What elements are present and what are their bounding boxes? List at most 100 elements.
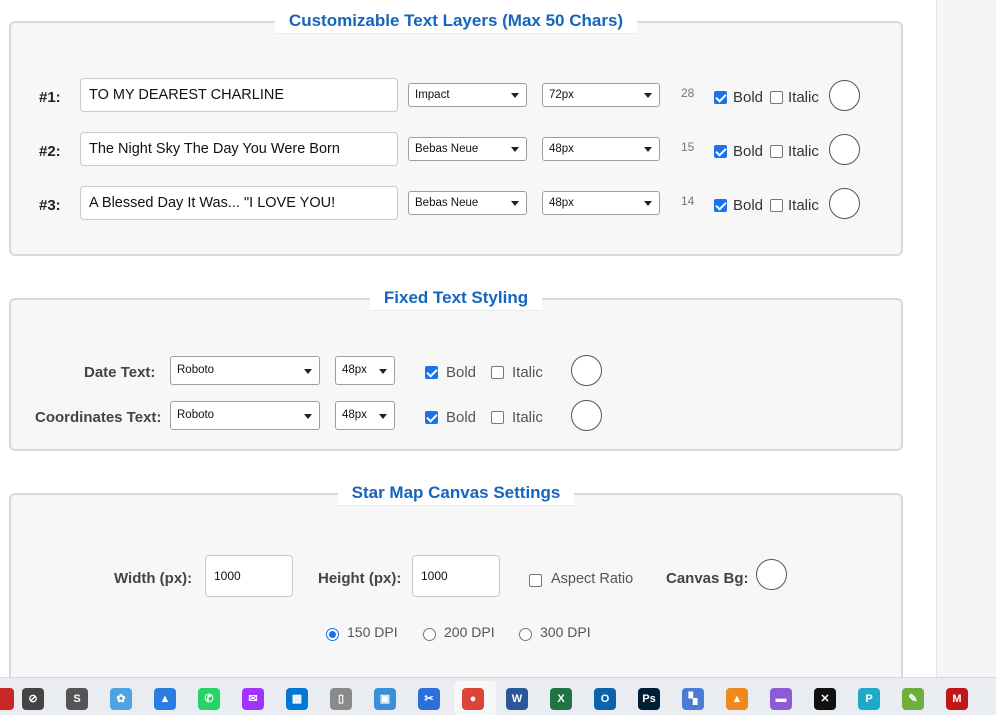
layer-2-italic-checkbox[interactable] bbox=[770, 145, 783, 158]
height-input[interactable] bbox=[412, 555, 500, 597]
layer-3-font-select[interactable]: Bebas Neue bbox=[408, 191, 527, 215]
chevron-down-icon bbox=[644, 147, 652, 152]
s-app-icon[interactable]: S bbox=[66, 688, 88, 710]
layer-1-bold-label: Bold bbox=[733, 89, 764, 106]
layer-3-bold-checkbox[interactable] bbox=[714, 199, 727, 212]
layer-3-char-count: 14 bbox=[681, 194, 695, 208]
date-bold-label: Bold bbox=[446, 364, 477, 381]
coordinates-bold-checkbox[interactable] bbox=[425, 411, 438, 424]
canvas-bg-label: Canvas Bg: bbox=[666, 570, 749, 587]
chevron-down-icon bbox=[379, 413, 387, 419]
layer-2-font-value: Bebas Neue bbox=[415, 143, 479, 155]
layer-1-bold-checkbox[interactable] bbox=[714, 91, 727, 104]
layer-1-font-value: Impact bbox=[415, 89, 450, 101]
capcut-icon[interactable]: ✕ bbox=[814, 688, 836, 710]
page-margin bbox=[936, 0, 996, 677]
dpi-300-radio[interactable] bbox=[519, 628, 532, 641]
coordinates-text-label: Coordinates Text: bbox=[35, 409, 162, 426]
width-input[interactable] bbox=[205, 555, 293, 597]
date-bold-checkbox[interactable] bbox=[425, 366, 438, 379]
chrome-icon[interactable]: ● bbox=[462, 688, 484, 710]
power-icon[interactable] bbox=[0, 688, 14, 710]
layer-3-size-value: 48px bbox=[549, 197, 574, 209]
layer-2-bold-checkbox[interactable] bbox=[714, 145, 727, 158]
messenger-icon[interactable]: ✉ bbox=[242, 688, 264, 710]
layer-1-font-select[interactable]: Impact bbox=[408, 83, 527, 107]
layer-1-italic-checkbox[interactable] bbox=[770, 91, 783, 104]
vlc-icon[interactable]: ▲ bbox=[726, 688, 748, 710]
layer-3-text-input[interactable] bbox=[80, 186, 398, 220]
book-icon[interactable]: ▯ bbox=[330, 688, 352, 710]
photoshop-icon[interactable]: Ps bbox=[638, 688, 660, 710]
layer-3-font-value: Bebas Neue bbox=[415, 197, 479, 209]
chevron-down-icon bbox=[511, 147, 519, 152]
layer-3-italic-label: Italic bbox=[788, 197, 819, 214]
layer-2-char-count: 15 bbox=[681, 140, 695, 154]
aspect-ratio-checkbox[interactable] bbox=[529, 574, 542, 587]
layer-3-color-picker[interactable] bbox=[829, 188, 860, 219]
coordinates-color-picker[interactable] bbox=[571, 400, 602, 431]
date-font-value: Roboto bbox=[177, 364, 215, 376]
layer-2-size-select[interactable]: 48px bbox=[542, 137, 660, 161]
coordinates-bold-label: Bold bbox=[446, 409, 477, 426]
canvas-bg-color-picker[interactable] bbox=[756, 559, 787, 590]
layer-1-size-value: 72px bbox=[549, 89, 574, 101]
text-layers-title: Customizable Text Layers (Max 50 Chars) bbox=[274, 9, 638, 34]
layer-1-italic-label: Italic bbox=[788, 89, 819, 106]
clapper-icon[interactable]: ▬ bbox=[770, 688, 792, 710]
date-color-picker[interactable] bbox=[571, 355, 602, 386]
outlook-icon[interactable]: O bbox=[594, 688, 616, 710]
layer-1-label: #1: bbox=[39, 89, 61, 106]
date-italic-checkbox[interactable] bbox=[491, 366, 504, 379]
width-label: Width (px): bbox=[114, 570, 193, 587]
dpi-300-label: 300 DPI bbox=[540, 624, 591, 640]
layer-2-font-select[interactable]: Bebas Neue bbox=[408, 137, 527, 161]
photos-icon[interactable]: ▲ bbox=[154, 688, 176, 710]
layer-1-text-input[interactable] bbox=[80, 78, 398, 112]
dpi-150-radio[interactable] bbox=[326, 628, 339, 641]
layer-2-color-picker[interactable] bbox=[829, 134, 860, 165]
page-content: Customizable Text Layers (Max 50 Chars) … bbox=[0, 0, 936, 677]
app-grid-icon[interactable]: ▚ bbox=[682, 688, 704, 710]
layer-3-label: #3: bbox=[39, 197, 61, 214]
blocked-icon[interactable]: ⊘ bbox=[22, 688, 44, 710]
date-font-select[interactable]: Roboto bbox=[170, 356, 320, 385]
p-cloud-icon[interactable]: P bbox=[858, 688, 880, 710]
aspect-ratio-label: Aspect Ratio bbox=[551, 571, 634, 587]
layer-2-italic-label: Italic bbox=[788, 143, 819, 160]
dpi-200-label: 200 DPI bbox=[444, 624, 495, 640]
palette-icon[interactable]: ✿ bbox=[110, 688, 132, 710]
notepad-icon[interactable]: ✎ bbox=[902, 688, 924, 710]
control-panel-icon[interactable]: ▣ bbox=[374, 688, 396, 710]
layer-1-char-count: 28 bbox=[681, 86, 695, 100]
coordinates-italic-checkbox[interactable] bbox=[491, 411, 504, 424]
date-italic-label: Italic bbox=[512, 364, 543, 381]
chevron-down-icon bbox=[644, 201, 652, 206]
dpi-150-label: 150 DPI bbox=[347, 624, 398, 640]
layer-3-italic-checkbox[interactable] bbox=[770, 199, 783, 212]
word-icon[interactable]: W bbox=[506, 688, 528, 710]
chevron-down-icon bbox=[379, 368, 387, 374]
store-icon[interactable]: ▦ bbox=[286, 688, 308, 710]
whatsapp-icon[interactable]: ✆ bbox=[198, 688, 220, 710]
layer-3-size-select[interactable]: 48px bbox=[542, 191, 660, 215]
mcafee-icon[interactable]: M bbox=[946, 688, 968, 710]
height-label: Height (px): bbox=[318, 570, 402, 587]
layer-1-color-picker[interactable] bbox=[829, 80, 860, 111]
canvas-settings-title: Star Map Canvas Settings bbox=[337, 481, 575, 506]
layer-1-size-select[interactable]: 72px bbox=[542, 83, 660, 107]
layer-2-size-value: 48px bbox=[549, 143, 574, 155]
coordinates-size-select[interactable]: 48px bbox=[335, 401, 395, 430]
excel-icon[interactable]: X bbox=[550, 688, 572, 710]
snipping-icon[interactable]: ✂ bbox=[418, 688, 440, 710]
date-size-value: 48px bbox=[342, 364, 367, 376]
layer-2-text-input[interactable] bbox=[80, 132, 398, 166]
date-size-select[interactable]: 48px bbox=[335, 356, 395, 385]
coordinates-font-select[interactable]: Roboto bbox=[170, 401, 320, 430]
taskbar: ⊘ S ✿ ▲ ✆ ✉ ▦ ▯ ▣ ✂ ● W X O Ps ▚ ▲ ▬ ✕ P ✎ M bbox=[0, 677, 996, 715]
dpi-200-radio[interactable] bbox=[423, 628, 436, 641]
chevron-down-icon bbox=[304, 413, 312, 419]
chevron-down-icon bbox=[644, 93, 652, 98]
layer-2-bold-label: Bold bbox=[733, 143, 764, 160]
coordinates-size-value: 48px bbox=[342, 409, 367, 421]
